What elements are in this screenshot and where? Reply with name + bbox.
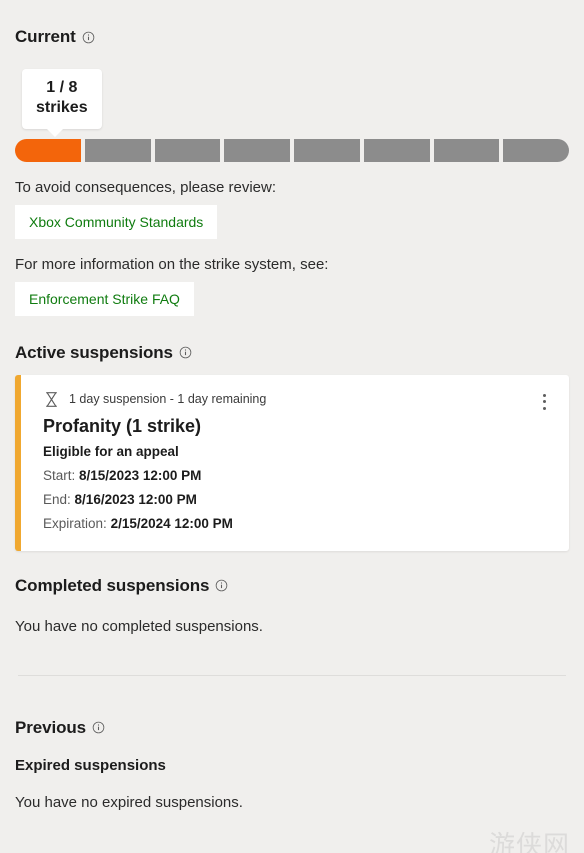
active-suspension-card[interactable]: 1 day suspension - 1 day remaining Profa… [15, 374, 569, 551]
strike-segment-1 [15, 138, 81, 162]
suspension-expiration-row: Expiration: 2/15/2024 12:00 PM [43, 516, 551, 531]
more-info-prompt-text: For more information on the strike syste… [15, 255, 329, 273]
strike-count-value: 1 / 8 [46, 79, 78, 96]
current-heading-label: Current [15, 27, 76, 46]
active-suspensions-heading: Active suspensions [15, 343, 569, 363]
strike-status-page: Current 1 / 8 strikes To avoid consequen… [0, 27, 584, 853]
info-circle-icon[interactable] [215, 579, 228, 592]
strike-segment-6 [363, 138, 430, 162]
expired-suspensions-heading: Expired suspensions [15, 756, 166, 774]
xbox-community-standards-link[interactable]: Xbox Community Standards [15, 204, 218, 239]
suspension-appeal-status: Eligible for an appeal [43, 443, 179, 459]
expiration-value: 2/15/2024 12:00 PM [110, 515, 233, 531]
start-value: 8/15/2023 12:00 PM [79, 467, 202, 483]
expired-suspensions-empty-text: You have no expired suspensions. [15, 793, 243, 811]
strike-segment-2 [84, 138, 151, 162]
end-value: 8/16/2023 12:00 PM [74, 491, 197, 507]
end-label: End: [43, 491, 71, 507]
section-divider [18, 674, 566, 676]
suspension-duration-text: 1 day suspension - 1 day remaining [69, 392, 267, 407]
info-circle-icon[interactable] [92, 721, 105, 734]
strike-count-tooltip: 1 / 8 strikes [22, 69, 102, 137]
info-circle-icon[interactable] [179, 346, 192, 359]
enforcement-strike-faq-link[interactable]: Enforcement Strike FAQ [15, 281, 194, 316]
start-label: Start: [43, 467, 76, 483]
previous-heading-label: Previous [15, 717, 87, 737]
review-prompt-text: To avoid consequences, please review: [15, 178, 276, 196]
strike-segment-3 [154, 138, 221, 162]
kebab-menu-icon[interactable] [535, 389, 553, 415]
strike-segment-5 [294, 138, 360, 162]
watermark: 游侠网 [488, 831, 570, 853]
completed-suspensions-heading: Completed suspensions [15, 576, 569, 596]
suspension-start-row: Start: 8/15/2023 12:00 PM [43, 468, 551, 483]
previous-section-heading: Previous [15, 718, 569, 738]
hourglass-icon [43, 391, 60, 408]
active-suspensions-label: Active suspensions [15, 342, 173, 362]
strike-segment-4 [224, 138, 290, 162]
strike-progress-meter [15, 138, 569, 162]
suspension-end-row: End: 8/16/2023 12:00 PM [43, 492, 551, 507]
completed-suspensions-label: Completed suspensions [15, 575, 210, 595]
info-circle-icon[interactable] [82, 31, 95, 44]
current-section-heading: Current [15, 27, 569, 47]
strike-count-unit: strikes [36, 99, 88, 117]
suspension-card-header: 1 day suspension - 1 day remaining [43, 391, 551, 408]
strike-segment-7 [433, 138, 500, 162]
strike-meter-block: 1 / 8 strikes [15, 69, 569, 162]
completed-suspensions-empty-text: You have no completed suspensions. [15, 617, 263, 635]
suspension-title: Profanity (1 strike) [43, 415, 202, 436]
strike-segment-8 [503, 138, 569, 162]
expiration-label: Expiration: [43, 515, 107, 531]
